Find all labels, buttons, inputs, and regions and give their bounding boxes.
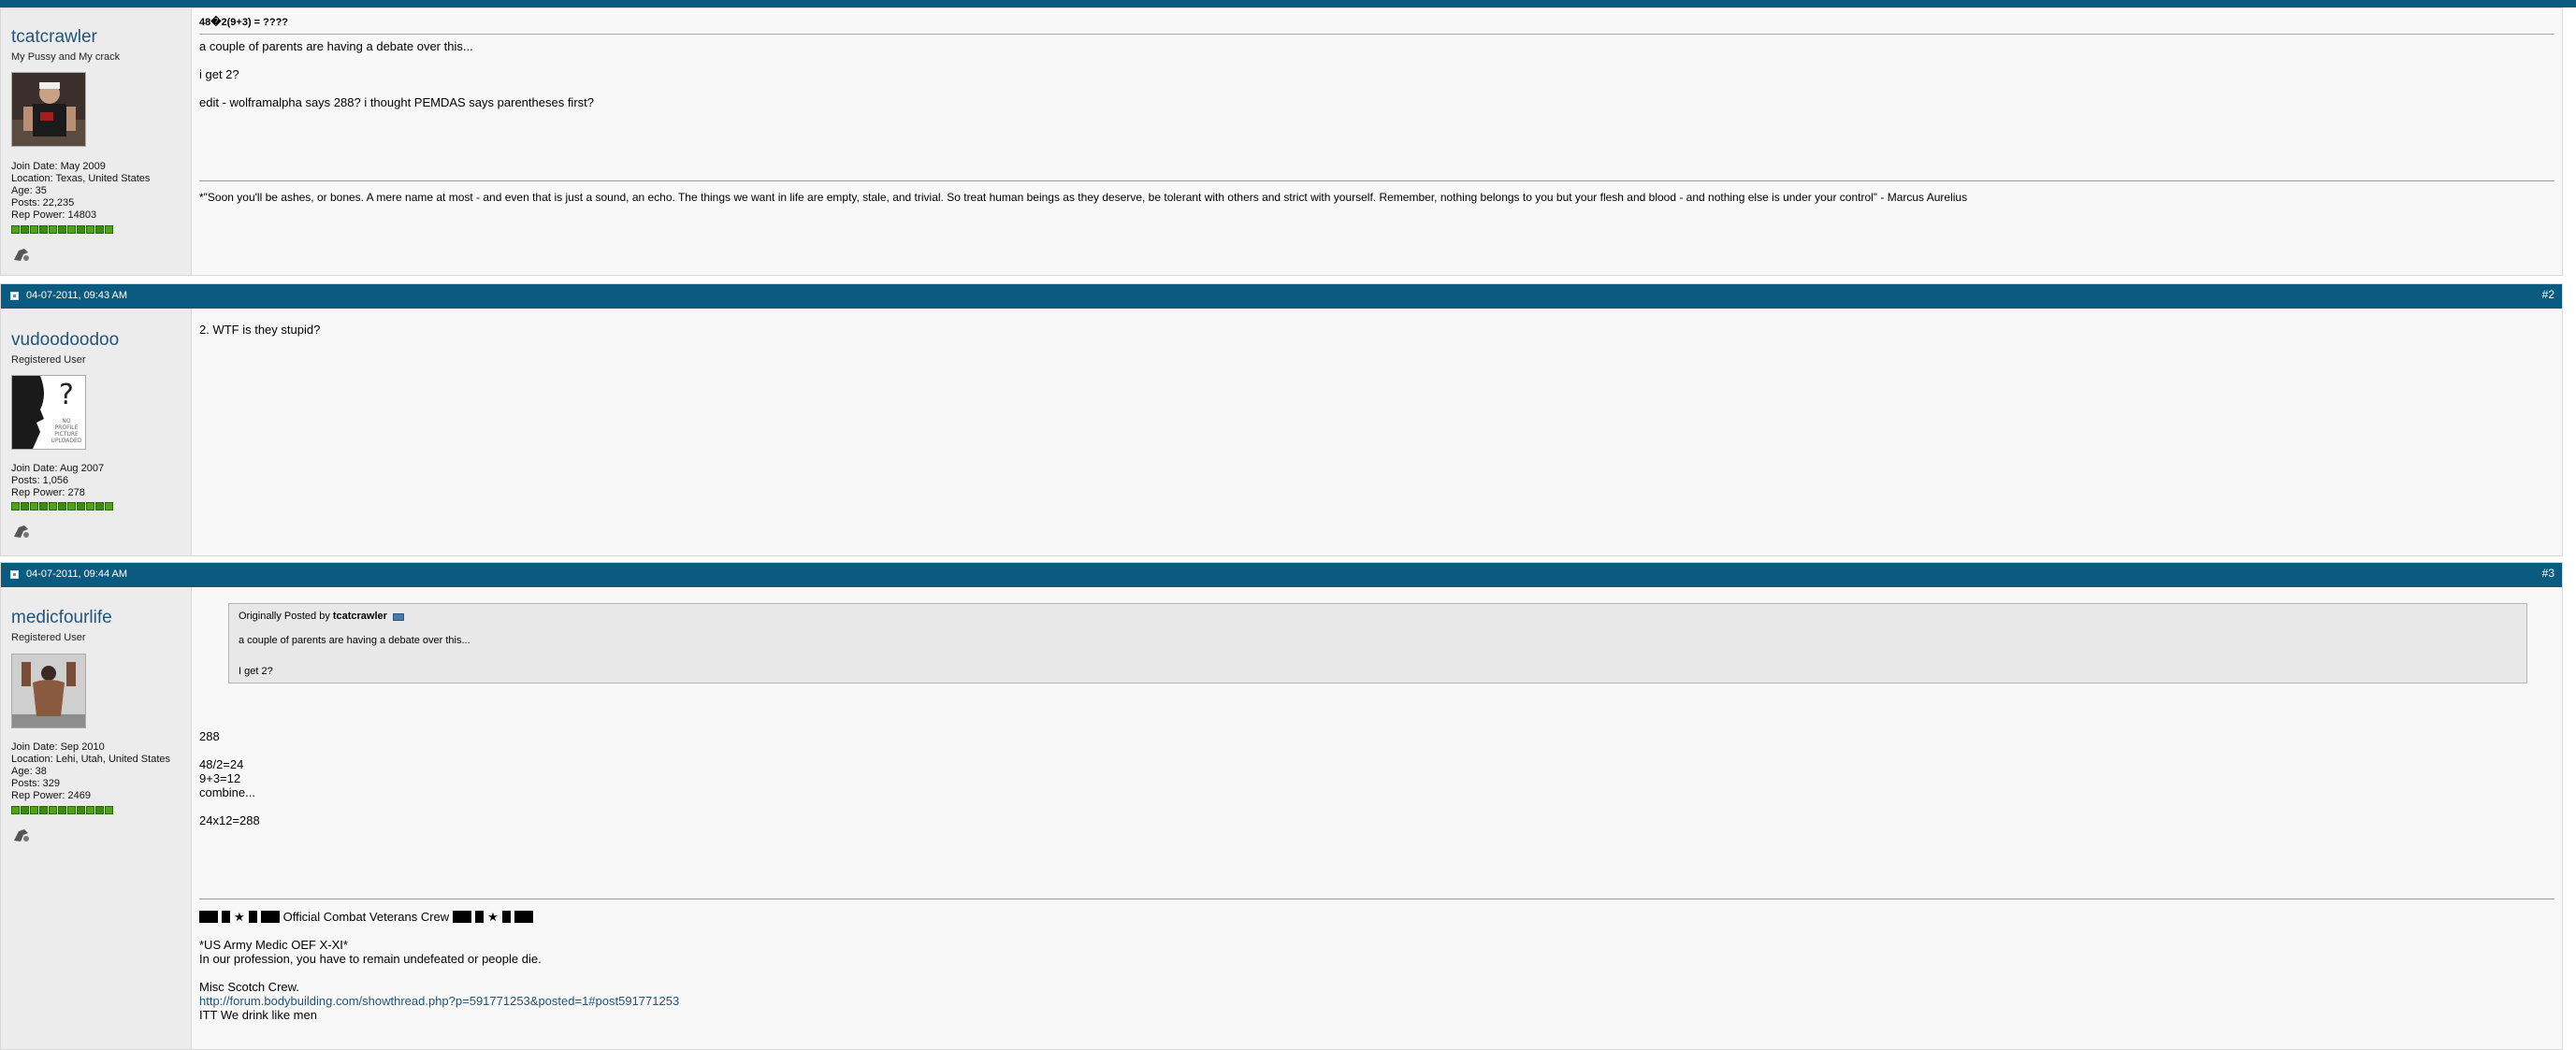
- post-1: tcatcrawler My Pussy and My crack Join D…: [0, 7, 2563, 276]
- user-info-panel: vudoodoodoo Registered User ? NO PROFILE…: [1, 309, 192, 555]
- reputation-bar: [11, 502, 113, 511]
- quote-line: a couple of parents are having a debate …: [239, 635, 470, 646]
- add-to-reputation-icon[interactable]: [11, 824, 32, 844]
- post-text-line: 9+3=12: [199, 771, 241, 785]
- user-stats: Join Date: Aug 2007 Posts: 1,056 Rep Pow…: [11, 463, 104, 499]
- signature-line: ITT We drink like men: [199, 1008, 317, 1022]
- signature-divider: [199, 180, 2554, 181]
- post-date-text: 04-07-2011, 09:43 AM: [26, 290, 128, 301]
- post-date: 04-07-2011, 09:44 AM: [10, 568, 127, 580]
- no-profile-picture-icon: ? NO PROFILE PICTURE UPLOADED: [12, 376, 85, 449]
- post-header: 04-07-2011, 09:44 AM #3: [1, 563, 2562, 587]
- svg-text:PROFILE: PROFILE: [55, 424, 79, 431]
- post-text-line: i get 2?: [199, 67, 239, 81]
- rep-power: Rep Power: 278: [11, 487, 85, 498]
- star-icon: ★: [487, 910, 499, 924]
- join-date: Join Date: Sep 2010: [11, 741, 105, 753]
- rep-power: Rep Power: 14803: [11, 209, 97, 221]
- post-content: 48�2(9+3) = ???? a couple of parents are…: [199, 17, 2554, 204]
- reputation-bar: [11, 225, 113, 234]
- post-count: Posts: 1,056: [11, 475, 69, 486]
- post-text-line: combine...: [199, 785, 255, 799]
- svg-text:NO: NO: [62, 418, 70, 424]
- avatar[interactable]: ? NO PROFILE PICTURE UPLOADED: [11, 375, 86, 450]
- post-text-line: a couple of parents are having a debate …: [199, 39, 473, 53]
- user-stats: Join Date: May 2009 Location: Texas, Uni…: [11, 161, 150, 222]
- svg-text:PICTURE: PICTURE: [54, 431, 79, 438]
- post-count: Posts: 329: [11, 778, 60, 789]
- quote-author: tcatcrawler: [332, 611, 387, 622]
- post-icon: [10, 569, 19, 579]
- quote-line: I get 2?: [239, 666, 273, 677]
- age: Age: 38: [11, 766, 47, 777]
- signature-line: In our profession, you have to remain un…: [199, 952, 542, 966]
- post-content: 2. WTF is they stupid?: [199, 323, 2554, 337]
- add-to-reputation-icon[interactable]: [11, 520, 32, 540]
- svg-text:UPLOADED: UPLOADED: [51, 438, 82, 444]
- user-info-panel: tcatcrawler My Pussy and My crack Join D…: [1, 8, 192, 275]
- user-title: My Pussy and My crack: [11, 51, 121, 63]
- quote-box: Originally Posted by tcatcrawler a coupl…: [228, 603, 2527, 683]
- crew-name: Official Combat Veterans Crew: [282, 910, 450, 924]
- post-header: 04-07-2011, 09:43 AM #2: [1, 284, 2562, 309]
- crew-banner: ★ Official Combat Veterans Crew ★: [199, 910, 2554, 924]
- post-text-line: edit - wolframalpha says 288? i thought …: [199, 95, 594, 109]
- post-number-link[interactable]: #2: [2542, 288, 2554, 301]
- signature-text: *"Soon you'll be ashes, or bones. A mere…: [199, 191, 1968, 204]
- avatar-image: [12, 654, 85, 727]
- post-text-line: 288: [199, 729, 220, 743]
- user-title: Registered User: [11, 354, 86, 366]
- location: Location: Lehi, Utah, United States: [11, 754, 170, 765]
- avatar[interactable]: [11, 72, 86, 147]
- username-link[interactable]: vudoodoodoo: [11, 330, 119, 351]
- avatar-image: [12, 73, 85, 146]
- user-stats: Join Date: Sep 2010 Location: Lehi, Utah…: [11, 741, 170, 802]
- quote-attribution: Originally Posted by tcatcrawler: [239, 610, 2517, 624]
- add-to-reputation-icon[interactable]: [11, 243, 32, 264]
- username-link[interactable]: medicfourlife: [11, 608, 112, 628]
- join-date: Join Date: May 2009: [11, 161, 106, 172]
- quote-prefix: Originally Posted by: [239, 611, 330, 622]
- avatar[interactable]: [11, 654, 86, 728]
- post-3: 04-07-2011, 09:44 AM #3 medicfourlife Re…: [0, 562, 2563, 1050]
- title-divider: [199, 34, 2554, 35]
- signature-link[interactable]: http://forum.bodybuilding.com/showthread…: [199, 994, 679, 1008]
- star-icon: ★: [234, 910, 245, 924]
- view-post-icon[interactable]: [392, 612, 404, 621]
- post-date-text: 04-07-2011, 09:44 AM: [26, 568, 128, 580]
- thread-top-bar: [0, 0, 2576, 7]
- rep-power: Rep Power: 2469: [11, 790, 91, 801]
- post-2: 04-07-2011, 09:43 AM #2 vudoodoodoo Regi…: [0, 283, 2563, 556]
- post-icon: [10, 291, 19, 300]
- post-number-link[interactable]: #3: [2542, 567, 2554, 580]
- signature-line: Misc Scotch Crew.: [199, 980, 299, 994]
- join-date: Join Date: Aug 2007: [11, 463, 105, 474]
- user-title: Registered User: [11, 632, 86, 643]
- post-content: Originally Posted by tcatcrawler a coupl…: [199, 603, 2554, 1022]
- reputation-bar: [11, 806, 113, 814]
- signature-line: *US Army Medic OEF X-XI*: [199, 938, 348, 952]
- post-text-line: 2. WTF is they stupid?: [199, 323, 321, 337]
- age: Age: 35: [11, 185, 47, 196]
- svg-text:?: ?: [59, 379, 74, 411]
- post-date: 04-07-2011, 09:43 AM: [10, 290, 127, 301]
- signature-link-line: http://forum.bodybuilding.com/showthread…: [199, 994, 2554, 1008]
- post-text-line: 24x12=288: [199, 813, 260, 827]
- user-info-panel: medicfourlife Registered User Join Date:…: [1, 587, 192, 1049]
- post-title: 48�2(9+3) = ????: [199, 17, 289, 28]
- post-text-line: 48/2=24: [199, 757, 244, 771]
- post-count: Posts: 22,235: [11, 197, 75, 209]
- username-link[interactable]: tcatcrawler: [11, 27, 97, 48]
- location: Location: Texas, United States: [11, 173, 151, 184]
